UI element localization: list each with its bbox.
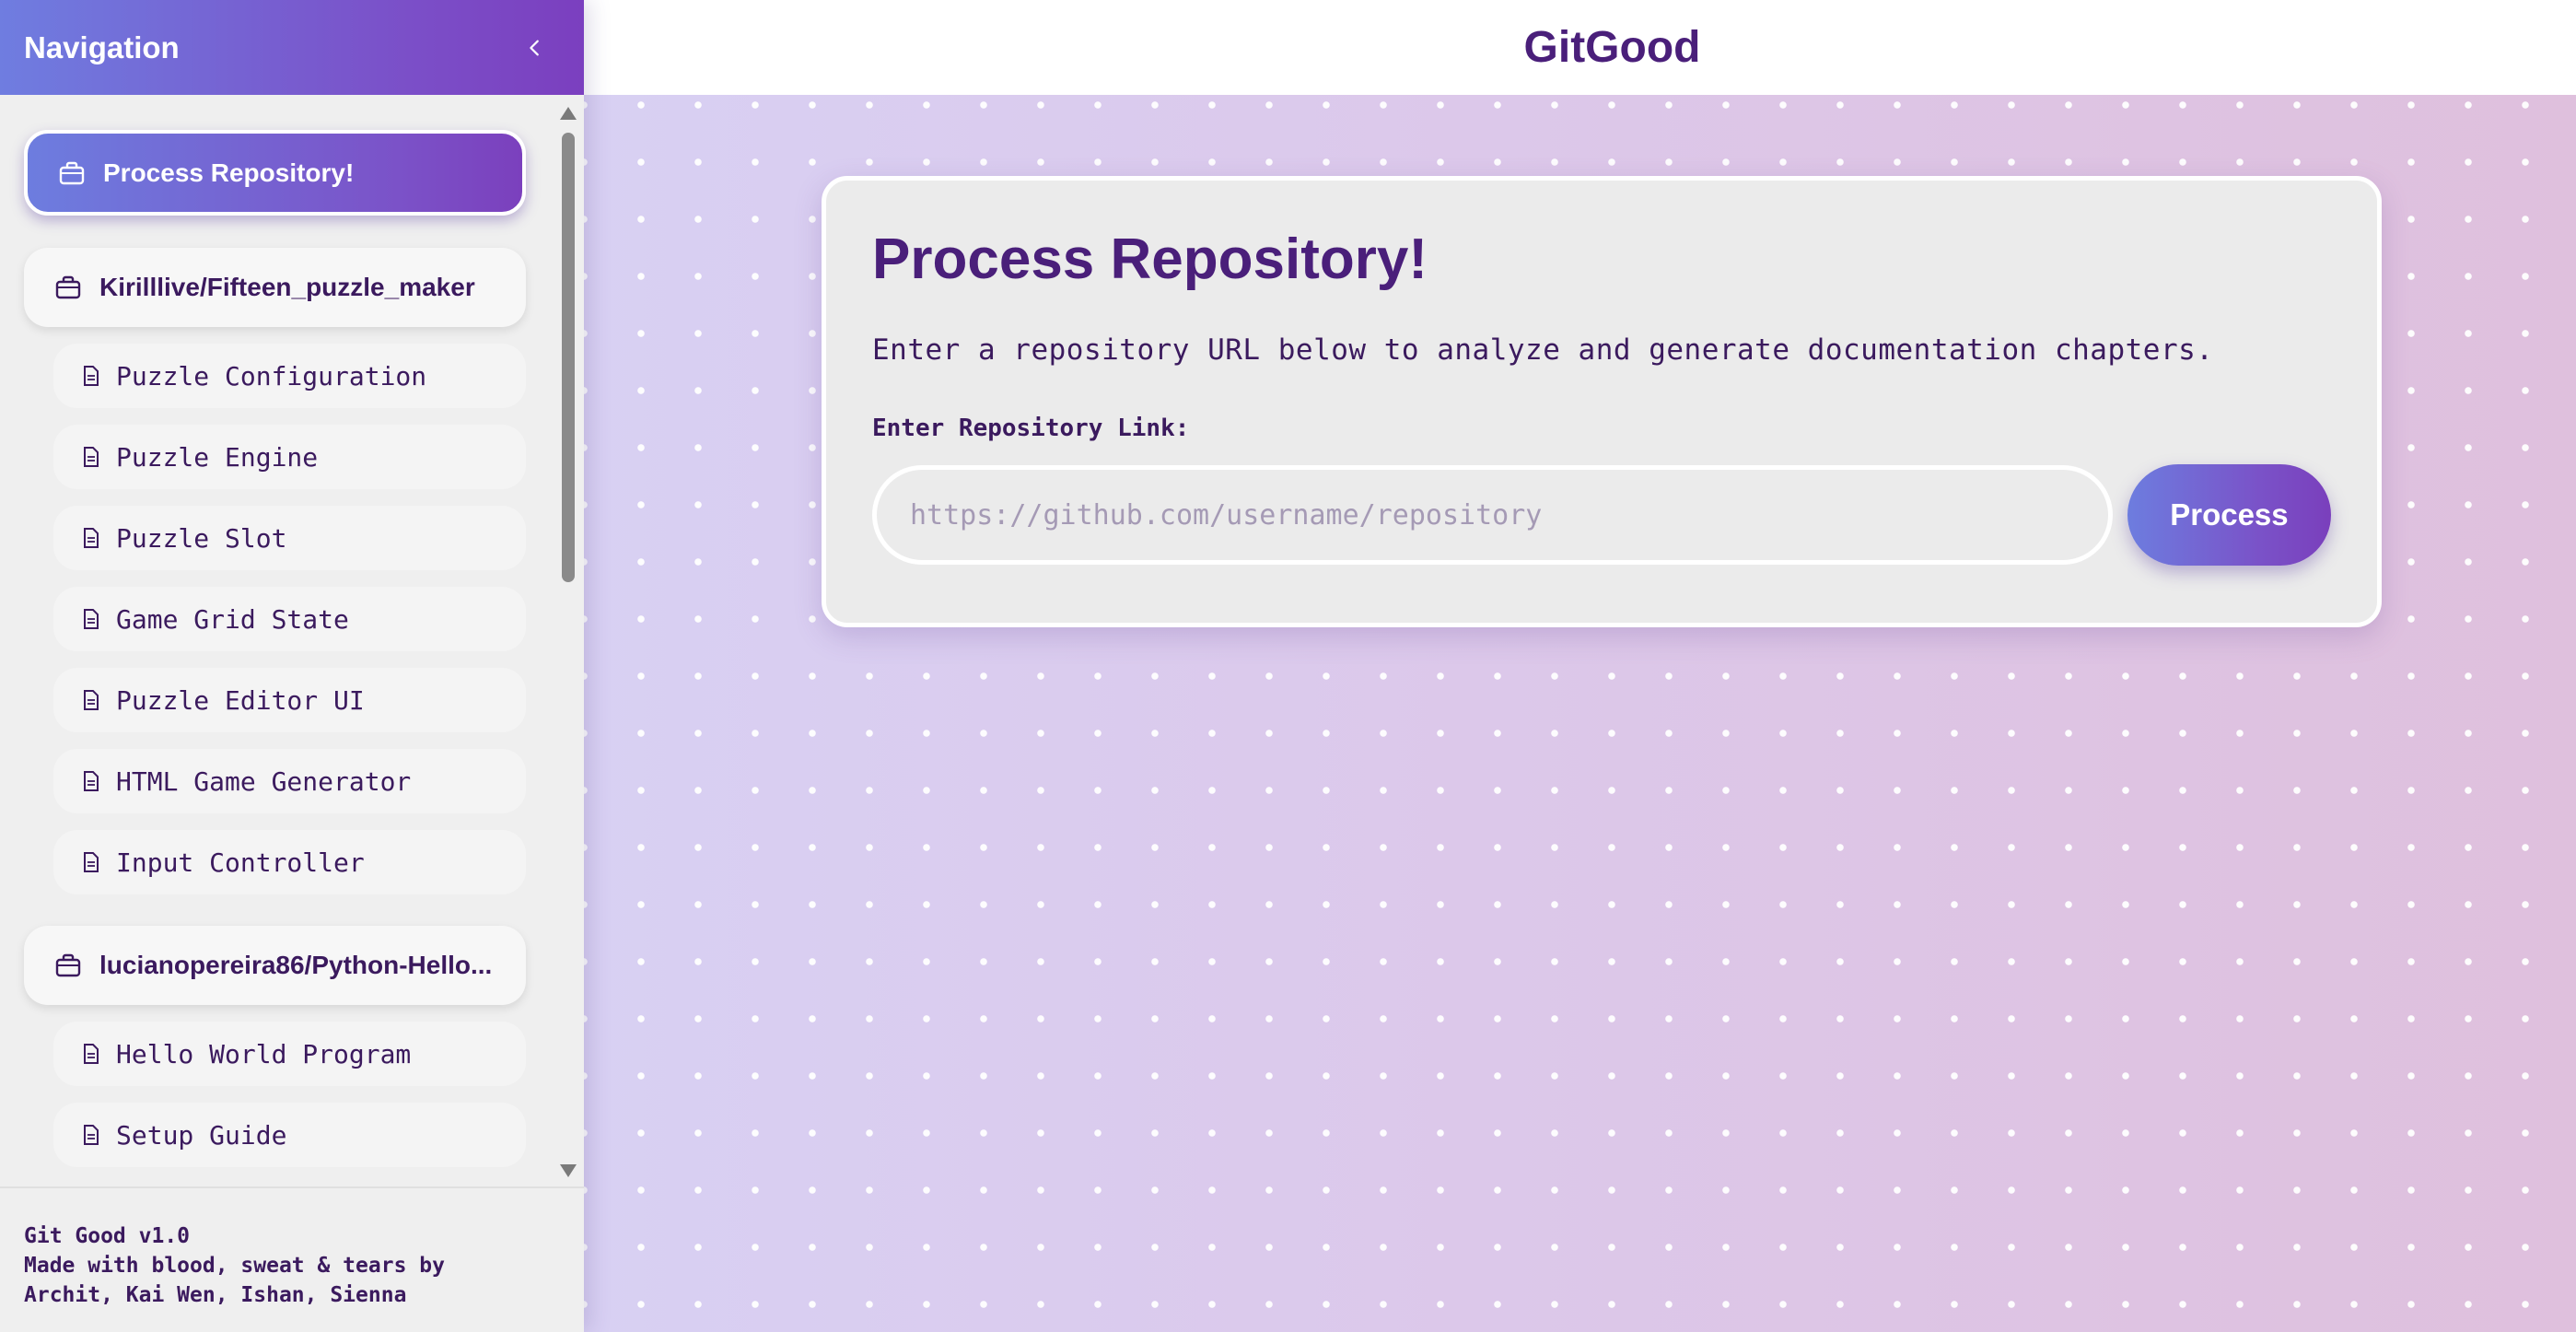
nav-chapter-puzzle-editor-ui[interactable]: Puzzle Editor UI [53,668,526,732]
document-icon [83,528,99,548]
input-row: Process [872,464,2331,566]
document-icon [83,690,99,710]
nav-chapter-puzzle-engine[interactable]: Puzzle Engine [53,425,526,489]
main-content: Process Repository! Enter a repository U… [584,95,2576,1332]
footer-version: Git Good v1.0 [24,1224,191,1248]
top-bar: GitGood [584,0,2576,95]
folder-icon [59,161,85,185]
sidebar: Navigation Process Repository! Kirillliv… [0,0,584,1332]
sidebar-title: Navigation [24,29,180,64]
nav-repo-fifteen-puzzle-maker[interactable]: Kirilllive/Fifteen_puzzle_maker [24,248,526,327]
nav-chapter-hello-world-program[interactable]: Hello World Program [53,1022,526,1086]
nav-chapter-setup-guide[interactable]: Setup Guide [53,1103,526,1167]
nav-repo-python-hello[interactable]: lucianopereira86/Python-Hello... [24,926,526,1005]
nav-chapter-label: Puzzle Configuration [116,360,427,391]
sidebar-scrollbar[interactable] [556,99,580,1186]
document-icon [83,771,99,791]
nav-chapter-input-controller[interactable]: Input Controller [53,830,526,894]
nav-repo-label: lucianopereira86/Python-Hello... [99,951,493,979]
footer-authors: Archit, Kai Wen, Ishan, Sienna [24,1283,407,1307]
nav-chapter-html-game-generator[interactable]: HTML Game Generator [53,749,526,813]
nav-chapter-label: Game Grid State [116,603,349,635]
document-icon [83,852,99,872]
sidebar-footer: Git Good v1.0 Made with blood, sweat & t… [0,1186,584,1332]
nav-chapter-label: Setup Guide [116,1119,287,1151]
nav-chapter-game-grid-state[interactable]: Game Grid State [53,587,526,651]
nav-chapter-label: Hello World Program [116,1038,412,1069]
scroll-up-arrow-icon[interactable] [560,107,577,120]
scroll-down-arrow-icon[interactable] [560,1164,577,1177]
collapse-sidebar-button[interactable] [510,23,560,73]
nav-chapter-label: Puzzle Engine [116,441,319,473]
sidebar-header: Navigation [0,0,584,95]
nav-chapter-label: Puzzle Slot [116,522,287,554]
folder-icon [55,953,81,977]
nav-chapter-label: Input Controller [116,847,365,878]
chevron-left-icon [530,40,539,55]
nav-chapter-label: HTML Game Generator [116,765,412,797]
process-card: Process Repository! Enter a repository U… [822,176,2382,627]
document-icon [83,447,99,467]
page-description: Enter a repository URL below to analyze … [872,333,2214,367]
nav-chapter-label: Puzzle Editor UI [116,684,365,716]
nav-repo-label: Kirilllive/Fifteen_puzzle_maker [99,273,475,301]
document-icon [83,1044,99,1064]
document-icon [83,366,99,386]
folder-icon [55,275,81,299]
repository-link-label: Enter Repository Link: [872,415,1190,442]
footer-credits-line: Made with blood, sweat & tears by [24,1254,445,1278]
document-icon [83,1125,99,1145]
page-title: Process Repository! [872,228,1428,291]
app-title: GitGood [1523,23,1701,72]
scroll-thumb[interactable] [562,133,575,582]
document-icon [83,609,99,629]
nav-item-process-repository[interactable]: Process Repository! [24,130,526,216]
nav-chapter-puzzle-configuration[interactable]: Puzzle Configuration [53,344,526,408]
nav-item-label: Process Repository! [103,158,355,187]
nav-list: Process Repository! Kirilllive/Fifteen_p… [0,95,584,1186]
repository-url-input[interactable] [872,465,2113,565]
process-button[interactable]: Process [2127,464,2331,566]
nav-chapter-puzzle-slot[interactable]: Puzzle Slot [53,506,526,570]
